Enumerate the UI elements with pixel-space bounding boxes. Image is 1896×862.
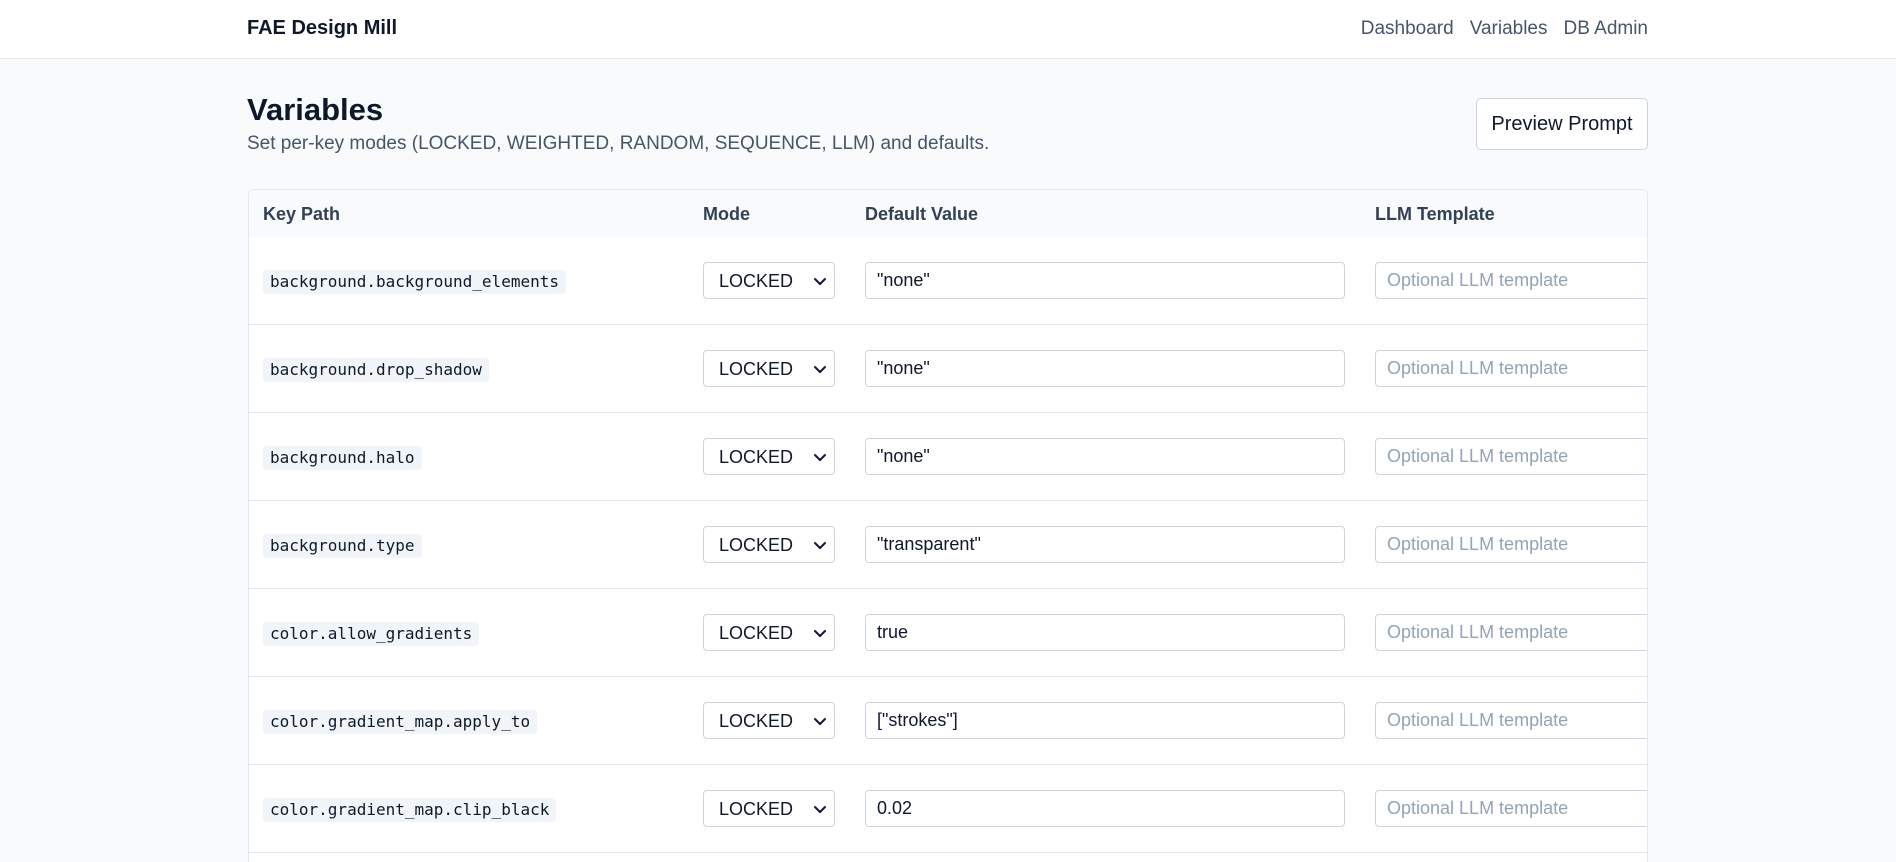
column-header-mode: Mode — [703, 204, 750, 224]
llm-template-input[interactable] — [1375, 350, 1647, 387]
chevron-down-icon — [814, 366, 826, 373]
mode-select[interactable]: LOCKED — [703, 614, 835, 651]
mode-selected-value: LOCKED — [719, 711, 794, 731]
top-navbar: FAE Design Mill Dashboard Variables DB A… — [0, 0, 1896, 59]
brand-logo-text[interactable]: FAE Design Mill — [247, 17, 397, 40]
key-path-code: background.halo — [263, 446, 422, 470]
mode-select[interactable]: LOCKED — [703, 526, 835, 563]
variables-table: Key Path Mode Default Value LLM Template… — [248, 189, 1648, 862]
page-title: Variables — [247, 92, 384, 127]
mode-selected-value: LOCKED — [719, 271, 794, 291]
column-header-llm-template: LLM Template — [1375, 204, 1495, 224]
llm-template-input[interactable] — [1375, 262, 1647, 299]
table-row: background.drop_shadow LOCKED — [249, 325, 1647, 413]
mode-select[interactable]: LOCKED — [703, 702, 835, 739]
table-row: color.gradient_map.apply_to LOCKED — [249, 677, 1647, 765]
page-subtitle: Set per-key modes (LOCKED, WEIGHTED, RAN… — [247, 133, 990, 154]
table-row: color.gradient_map.clip_black LOCKED — [249, 765, 1647, 853]
default-value-input[interactable] — [865, 526, 1345, 563]
default-value-input[interactable] — [865, 790, 1345, 827]
mode-selected-value: LOCKED — [719, 447, 794, 467]
table-row: background.background_elements LOCKED — [249, 237, 1647, 325]
key-path-code: background.drop_shadow — [263, 358, 489, 382]
chevron-down-icon — [814, 278, 826, 285]
default-value-input[interactable] — [865, 702, 1345, 739]
llm-template-input[interactable] — [1375, 790, 1647, 827]
key-path-code: background.background_elements — [263, 270, 566, 294]
default-value-input[interactable] — [865, 262, 1345, 299]
mode-select[interactable]: LOCKED — [703, 790, 835, 827]
key-path-code: color.gradient_map.apply_to — [263, 710, 538, 734]
column-header-default-value: Default Value — [865, 204, 979, 224]
chevron-down-icon — [814, 718, 826, 725]
table-row: background.type LOCKED — [249, 501, 1647, 589]
main-nav: Dashboard Variables DB Admin — [1361, 18, 1648, 40]
default-value-input[interactable] — [865, 438, 1345, 475]
llm-template-input[interactable] — [1375, 526, 1647, 563]
default-value-input[interactable] — [865, 350, 1345, 387]
mode-select[interactable]: LOCKED — [703, 262, 835, 299]
preview-prompt-button[interactable]: Preview Prompt — [1476, 98, 1648, 150]
key-path-code: color.gradient_map.clip_black — [263, 798, 557, 822]
column-header-key-path: Key Path — [263, 204, 341, 224]
table-header: Key Path Mode Default Value LLM Template — [249, 190, 1647, 237]
table-row: background.halo LOCKED — [249, 413, 1647, 501]
chevron-down-icon — [814, 806, 826, 813]
chevron-down-icon — [814, 542, 826, 549]
llm-template-input[interactable] — [1375, 438, 1647, 475]
key-path-code: color.allow_gradients — [263, 622, 480, 646]
mode-selected-value: LOCKED — [719, 799, 794, 819]
mode-select[interactable]: LOCKED — [703, 350, 835, 387]
nav-link-db-admin[interactable]: DB Admin — [1564, 18, 1648, 40]
mode-selected-value: LOCKED — [719, 359, 794, 379]
table-row: color.allow_gradients LOCKED — [249, 589, 1647, 677]
key-path-code: background.type — [263, 534, 422, 558]
chevron-down-icon — [814, 630, 826, 637]
llm-template-input[interactable] — [1375, 614, 1647, 651]
mode-selected-value: LOCKED — [719, 535, 794, 555]
nav-link-variables[interactable]: Variables — [1470, 18, 1548, 40]
mode-selected-value: LOCKED — [719, 623, 794, 643]
mode-select[interactable]: LOCKED — [703, 438, 835, 475]
llm-template-input[interactable] — [1375, 702, 1647, 739]
nav-link-dashboard[interactable]: Dashboard — [1361, 18, 1454, 40]
default-value-input[interactable] — [865, 614, 1345, 651]
chevron-down-icon — [814, 454, 826, 461]
